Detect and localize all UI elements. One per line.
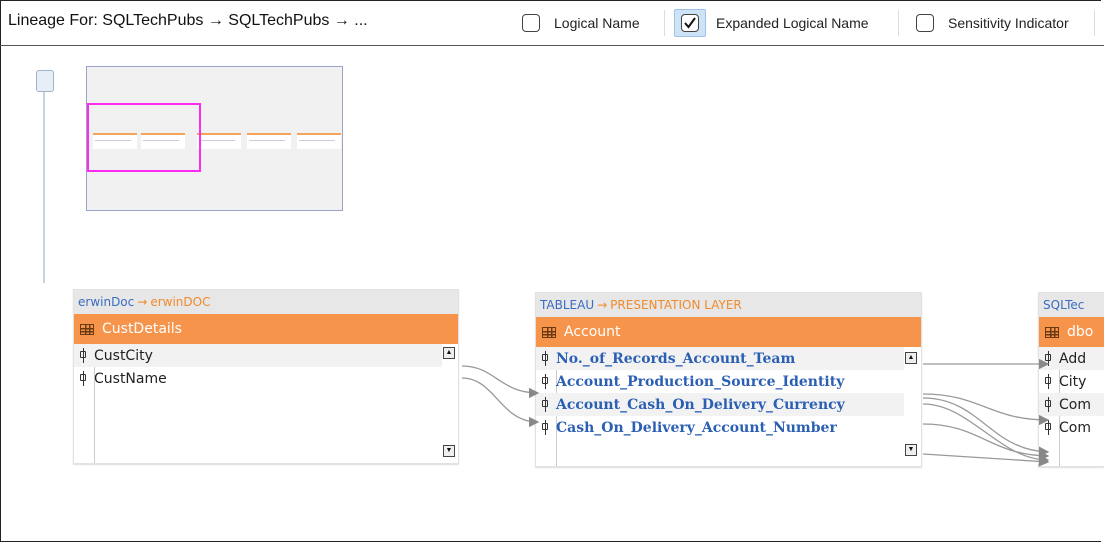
lineage-link (461, 377, 540, 428)
lineage-link (922, 423, 1050, 462)
lineage-link (922, 403, 1050, 466)
lineage-links (461, 358, 1050, 467)
lineage-link (922, 453, 1050, 467)
